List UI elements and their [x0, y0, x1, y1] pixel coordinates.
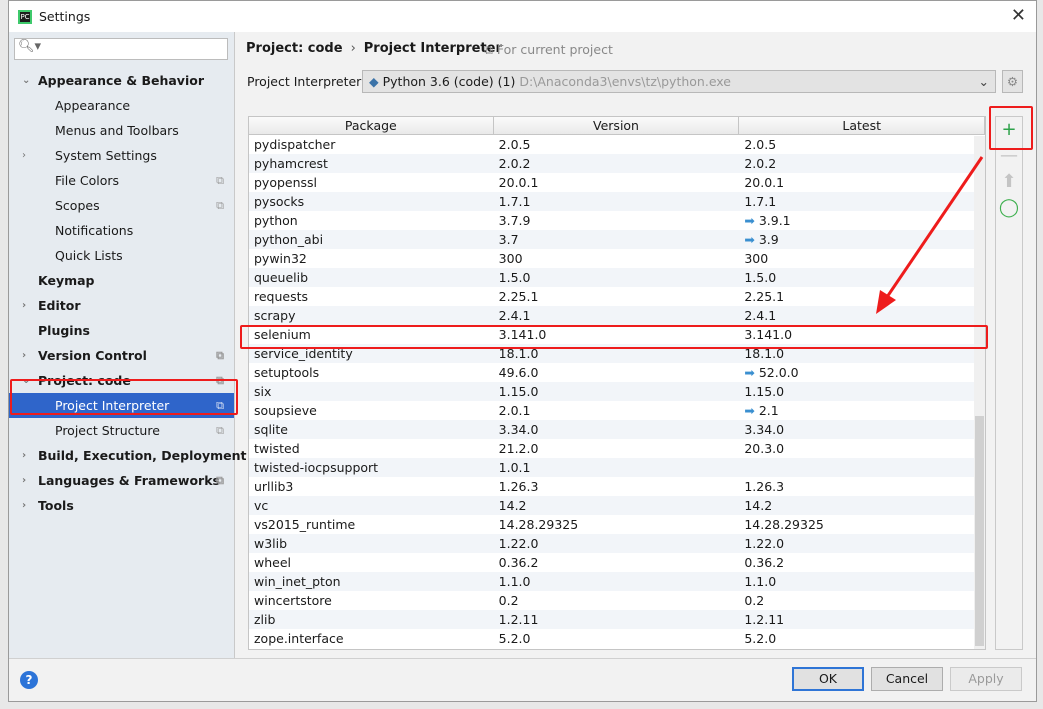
annotation-arrow [876, 156, 984, 314]
